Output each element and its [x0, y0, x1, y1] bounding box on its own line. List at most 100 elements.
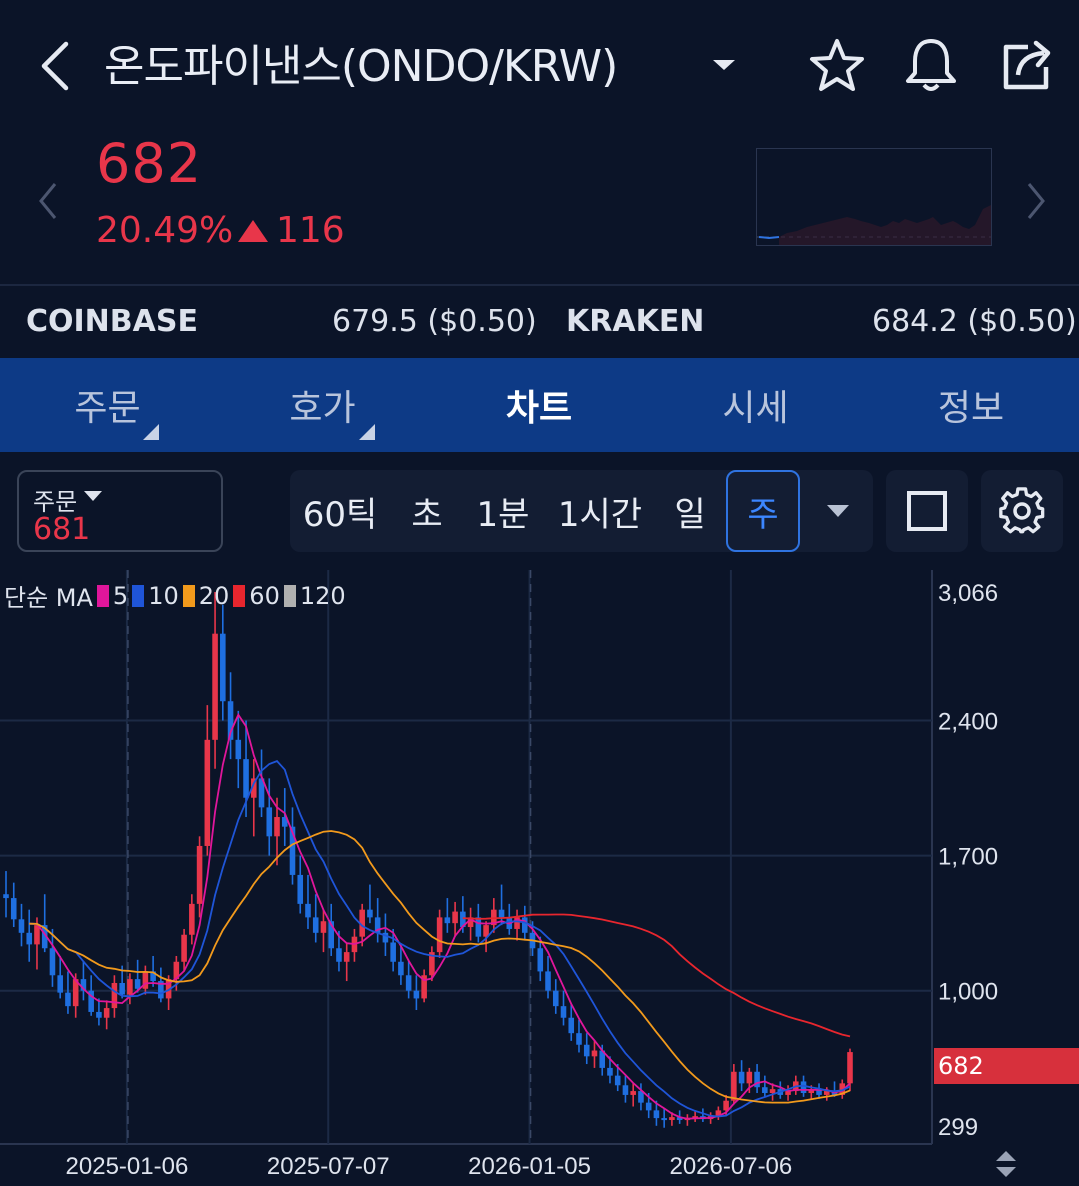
change-amount: 116: [236, 210, 345, 251]
candle-body: [545, 971, 551, 991]
candle-body: [34, 925, 40, 945]
current-price: 682: [96, 132, 203, 195]
candle-body: [367, 909, 373, 918]
tab-label: 정보: [937, 388, 1005, 429]
share-icon[interactable]: [996, 34, 1058, 96]
candle-body: [297, 874, 304, 904]
star-icon[interactable]: [806, 34, 868, 96]
period-second[interactable]: 초: [394, 470, 460, 552]
change-amount-value: 116: [276, 210, 345, 251]
candle-body: [26, 932, 33, 945]
candle-body: [614, 1075, 621, 1086]
tab-menu-corner-icon: [143, 424, 159, 440]
candle-body: [522, 917, 528, 933]
candle-body: [103, 1008, 110, 1018]
period-label: 일: [674, 494, 706, 535]
tab-orderbook[interactable]: 호가: [215, 358, 430, 452]
candle-body: [57, 975, 63, 993]
page-title[interactable]: 온도파이낸스(ONDO/KRW): [104, 30, 618, 94]
change-percent: 20.49%: [96, 210, 234, 251]
tab-label: 호가: [289, 388, 356, 429]
tab-label: 차트: [505, 388, 573, 429]
candle-body: [49, 948, 56, 976]
current-price-tag-label: 682: [938, 1052, 984, 1080]
prev-coin-arrow-icon[interactable]: [30, 176, 66, 226]
price-chart[interactable]: 3,066 2,400 1,700 1,000 299 2025-01-06 2025-07…: [0, 570, 1079, 1182]
period-label: 60틱: [302, 494, 378, 535]
next-coin-arrow-icon[interactable]: [1016, 176, 1056, 226]
candle-body: [65, 992, 71, 1007]
candle-body: [607, 1067, 613, 1076]
candle-body: [847, 1052, 853, 1084]
chart-settings-button[interactable]: [981, 470, 1063, 552]
ma10-swatch: [132, 584, 145, 607]
back-arrow-icon[interactable]: [30, 36, 80, 96]
candle-body: [583, 1044, 590, 1057]
candle-body: [3, 894, 9, 899]
period-more-dropdown[interactable]: [810, 470, 866, 552]
dropdown-caret-icon: [827, 505, 849, 517]
candle-body: [181, 934, 187, 962]
period-label: 1분: [476, 494, 530, 535]
bell-icon[interactable]: [900, 34, 962, 96]
period-1hour[interactable]: 1시간: [550, 470, 650, 552]
tab-info[interactable]: 정보: [863, 358, 1079, 452]
exchange-name: COINBASE: [26, 304, 198, 339]
exchange-price-row: COINBASE 679.5 ($0.50) KRAKEN 684.2 ($0.…: [0, 288, 1079, 354]
period-1min[interactable]: 1분: [468, 470, 538, 552]
tab-order[interactable]: 주문: [0, 358, 215, 452]
tab-label: 시세: [722, 388, 789, 429]
y-tick-label: 1,000: [938, 979, 998, 1006]
candle-body: [738, 1071, 745, 1084]
period-label: 1시간: [557, 494, 643, 535]
ma-legend[interactable]: 단순 MA 5 10 20 60 120: [4, 578, 346, 613]
candle-body: [669, 1117, 675, 1121]
chart-resize-handle-icon[interactable]: [990, 1146, 1022, 1182]
period-week[interactable]: 주: [726, 470, 800, 552]
candle-body: [390, 942, 396, 962]
ma-legend-period: 5: [112, 581, 129, 610]
candle-body: [312, 917, 319, 933]
candle-body: [204, 739, 211, 846]
candle-body: [96, 1011, 102, 1018]
candle-body: [10, 898, 17, 920]
candle-body: [235, 739, 242, 760]
tab-chart[interactable]: 차트: [430, 358, 648, 452]
period-day[interactable]: 일: [660, 470, 720, 552]
candle-body: [645, 1102, 652, 1111]
candle-body: [475, 917, 482, 937]
x-tick-label: 2026-07-06: [669, 1153, 792, 1180]
candle-body: [800, 1081, 807, 1093]
exchange-value: 679.5 ($0.50): [332, 304, 537, 339]
exchange-name: KRAKEN: [566, 304, 705, 339]
candle-body: [653, 1110, 660, 1119]
candle-body: [189, 903, 195, 935]
current-price-tag: 682: [934, 1048, 1079, 1084]
square-icon: [907, 491, 947, 531]
x-tick-label: 2025-07-07: [267, 1153, 390, 1180]
order-quick-box[interactable]: 주문 681: [17, 470, 223, 552]
candle-body: [134, 979, 141, 989]
candle-body: [266, 807, 273, 837]
dropdown-caret-icon[interactable]: [706, 50, 742, 80]
tab-market-price[interactable]: 시세: [648, 358, 863, 452]
drawing-tool-button[interactable]: [886, 470, 968, 552]
candle-body: [568, 1017, 575, 1034]
x-tick-label: 2025-01-06: [66, 1153, 189, 1180]
mini-sparkline-chart[interactable]: [756, 148, 992, 246]
candle-body: [305, 903, 311, 918]
candlestick-chart-svg[interactable]: 3,066 2,400 1,700 1,000 299 2025-01-06 2025-07…: [0, 570, 1079, 1182]
candle-body: [661, 1118, 667, 1121]
candle-body: [336, 948, 342, 962]
tab-label: 주문: [74, 388, 141, 429]
period-60tick[interactable]: 60틱: [296, 470, 384, 552]
tab-menu-corner-icon: [359, 424, 375, 440]
candle-body: [212, 633, 218, 740]
ma120-swatch: [283, 584, 296, 607]
ma60-line: [462, 913, 851, 1038]
exchange-value: 684.2 ($0.50): [872, 304, 1077, 339]
ma-legend-period: 20: [198, 581, 230, 610]
candle-body: [746, 1071, 753, 1084]
y-tick-label: 3,066: [938, 580, 998, 607]
candle-body: [552, 990, 559, 1007]
